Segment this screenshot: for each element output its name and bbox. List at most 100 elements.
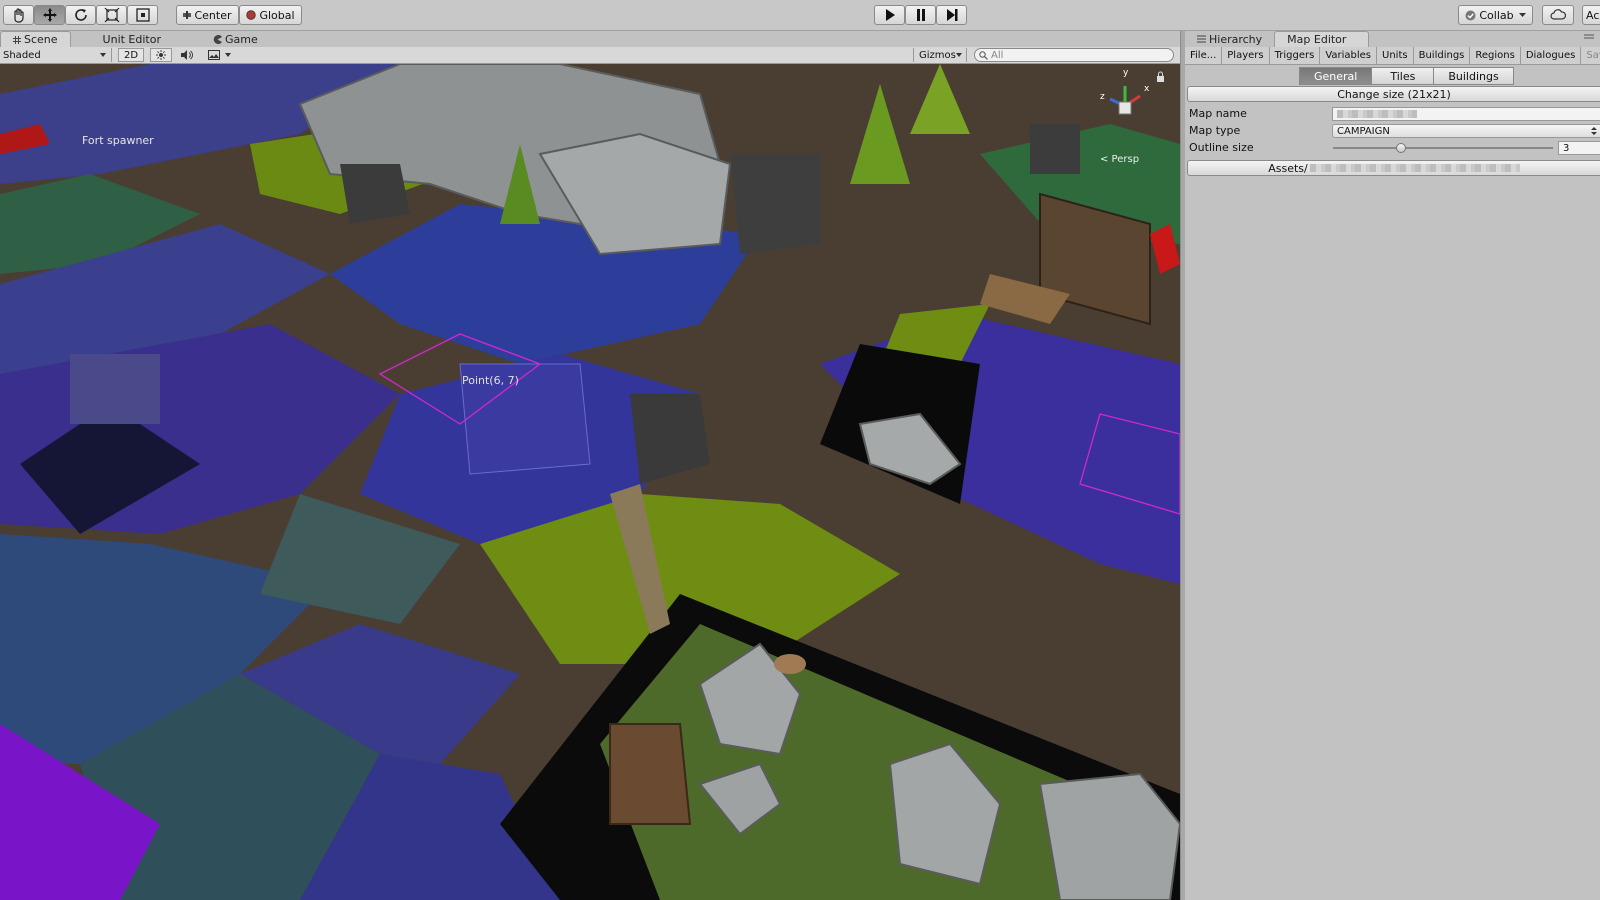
assets-path-label: Assets/	[1268, 161, 1308, 175]
perspective-label[interactable]: < Persp	[1100, 154, 1139, 165]
search-placeholder: All	[991, 49, 1004, 61]
map-name-label: Map name	[1189, 107, 1247, 120]
menu-file[interactable]: File...	[1185, 47, 1223, 64]
map-editor-menu: File... Players Triggers Variables Units…	[1185, 47, 1600, 65]
map-type-dropdown[interactable]: CAMPAIGN	[1332, 124, 1600, 138]
cloud-icon	[1550, 9, 1566, 21]
hand-tool-button[interactable]	[3, 5, 34, 25]
map-type-label: Map type	[1189, 124, 1241, 137]
shading-mode-dropdown[interactable]: Shaded	[0, 48, 112, 62]
pacman-icon	[213, 34, 222, 44]
dropdown-arrow-icon	[956, 53, 962, 57]
scene-tab-bar: Scene Unit Editor Game	[0, 31, 1180, 47]
play-button[interactable]	[874, 5, 905, 25]
subtab-general[interactable]: General	[1299, 67, 1373, 85]
effects-dropdown[interactable]	[202, 48, 236, 62]
sun-icon	[156, 50, 166, 60]
2d-mode-toggle[interactable]: 2D	[118, 48, 144, 62]
rotate-tool-button[interactable]	[65, 5, 96, 25]
tab-game[interactable]: Game	[173, 31, 270, 47]
audio-toggle[interactable]	[176, 48, 198, 62]
redacted-value	[1337, 110, 1417, 118]
menu-variables[interactable]: Variables	[1320, 47, 1378, 64]
menu-buildings[interactable]: Buildings	[1414, 47, 1471, 64]
axis-x-label[interactable]: x	[1144, 84, 1149, 94]
collab-label: Collab	[1479, 8, 1514, 22]
speaker-icon	[181, 50, 193, 60]
cloud-button[interactable]	[1542, 5, 1574, 25]
subtab-buildings[interactable]: Buildings	[1433, 67, 1514, 85]
tab-unit-editor[interactable]: Unit Editor	[71, 31, 173, 47]
scene-search-input[interactable]: All	[974, 48, 1174, 62]
outline-size-input[interactable]: 3	[1558, 141, 1600, 155]
right-panel-tab-bar: Hierarchy Map Editor	[1185, 31, 1600, 47]
log-pile	[609, 723, 692, 825]
dropdown-arrow-icon	[224, 53, 231, 57]
scene-viewport[interactable]: Fort spawner Point(6, 7) < Persp y x z	[0, 64, 1180, 900]
point-label: Point(6, 7)	[462, 374, 519, 387]
scale-tool-button[interactable]	[96, 5, 127, 25]
pivot-center-toggle[interactable]: Center	[176, 5, 239, 25]
move-arrows-icon	[42, 7, 58, 23]
map-editor-subtabs: General Tiles Buildings	[1299, 67, 1514, 85]
tree-stump	[774, 654, 806, 674]
search-icon	[979, 50, 988, 60]
menu-triggers[interactable]: Triggers	[1270, 47, 1321, 64]
menu-players[interactable]: Players	[1222, 47, 1270, 64]
pause-button[interactable]	[905, 5, 936, 25]
tab-scene[interactable]: Scene	[0, 31, 71, 47]
collab-button[interactable]: Collab	[1458, 5, 1533, 25]
outline-size-value: 3	[1563, 142, 1570, 154]
gizmos-label: Gizmos	[919, 49, 956, 61]
step-button[interactable]	[936, 5, 967, 25]
main-toolbar: Center Global Collab Ac	[0, 0, 1600, 31]
ruined-structure	[70, 354, 160, 424]
2d-mode-label: 2D	[123, 49, 139, 61]
axis-z-label[interactable]: z	[1100, 92, 1105, 102]
assets-path-button[interactable]: Assets/	[1187, 160, 1600, 176]
axis-y-label[interactable]: y	[1123, 68, 1128, 78]
pivot-icon	[183, 11, 192, 19]
lighting-toggle[interactable]	[150, 48, 172, 62]
placeholder-cube	[730, 154, 820, 254]
move-tool-button[interactable]	[34, 5, 65, 25]
slider-thumb[interactable]	[1396, 143, 1406, 153]
play-icon	[883, 8, 897, 22]
dropdown-arrow-icon	[100, 53, 106, 57]
scene-control-bar: Shaded 2D Gizmos All	[0, 47, 1180, 64]
map-type-value: CAMPAIGN	[1337, 125, 1390, 137]
dropdown-arrow-icon	[1591, 127, 1597, 135]
menu-regions[interactable]: Regions	[1470, 47, 1521, 64]
tab-map-editor-label: Map Editor	[1287, 33, 1347, 46]
check-circle-icon	[1465, 10, 1476, 21]
outline-size-slider[interactable]	[1333, 141, 1553, 155]
tab-scene-label: Scene	[24, 33, 58, 46]
pivot-center-label: Center	[194, 8, 232, 22]
panel-divider[interactable]	[1180, 31, 1185, 900]
menu-save[interactable]: Save	[1581, 47, 1600, 64]
placeholder-cube	[1030, 124, 1080, 174]
list-icon	[1197, 35, 1206, 43]
menu-dialogues[interactable]: Dialogues	[1521, 47, 1582, 64]
tab-game-label: Game	[225, 32, 258, 46]
tab-hierarchy[interactable]: Hierarchy	[1185, 31, 1274, 47]
redacted-path	[1309, 164, 1520, 172]
space-global-toggle[interactable]: Global	[239, 5, 302, 25]
panel-menu-icon[interactable]	[1584, 34, 1594, 42]
scene-render	[0, 64, 1180, 900]
space-global-label: Global	[259, 8, 295, 22]
globe-icon	[246, 10, 257, 20]
subtab-tiles[interactable]: Tiles	[1371, 67, 1435, 85]
rect-tool-button[interactable]	[127, 5, 158, 25]
outline-size-label: Outline size	[1189, 141, 1254, 154]
scale-icon	[104, 7, 120, 23]
account-button[interactable]: Ac	[1582, 5, 1600, 25]
map-name-field[interactable]	[1332, 107, 1600, 121]
change-size-button[interactable]: Change size (21x21)	[1187, 86, 1600, 102]
tab-map-editor[interactable]: Map Editor	[1274, 31, 1370, 47]
step-forward-icon	[945, 8, 959, 22]
gizmos-dropdown[interactable]: Gizmos	[913, 48, 967, 62]
menu-units[interactable]: Units	[1377, 47, 1414, 64]
rotate-icon	[73, 7, 89, 23]
tab-unit-editor-label: Unit Editor	[102, 32, 161, 46]
